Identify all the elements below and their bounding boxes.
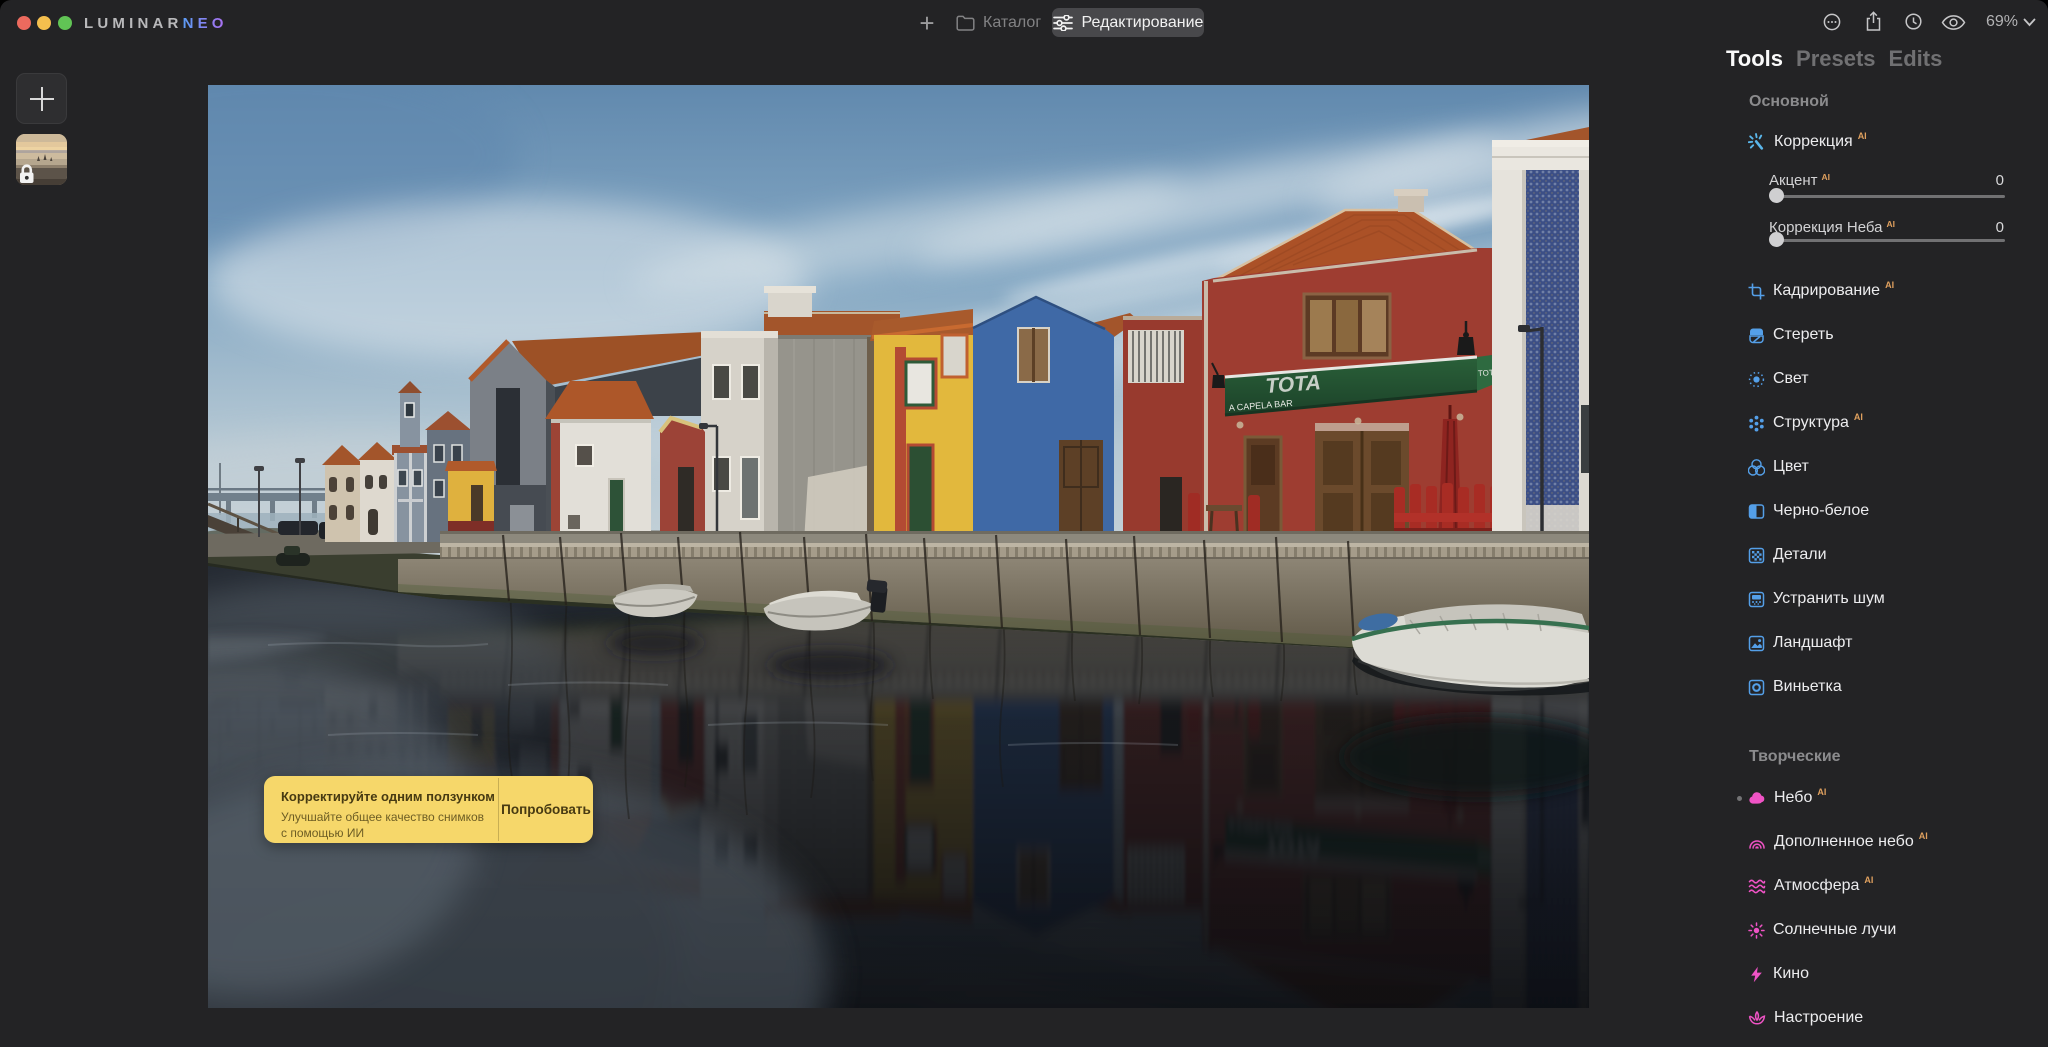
svg-text:TOTA: TOTA <box>1265 371 1322 398</box>
